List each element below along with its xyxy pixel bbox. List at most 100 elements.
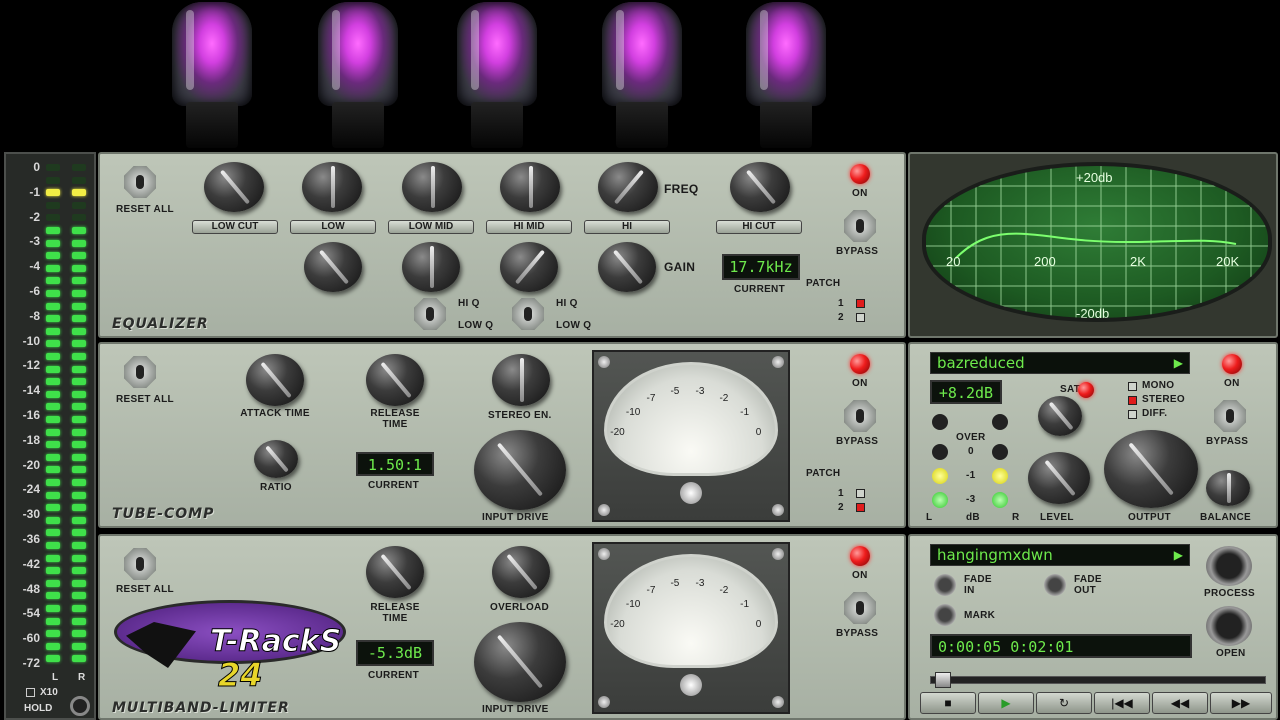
fade-out-label: FADE OUT xyxy=(1074,574,1102,596)
ml-on-led[interactable] xyxy=(850,546,870,566)
clipper-bypass-toggle[interactable] xyxy=(1214,400,1246,432)
eq-patch1-box[interactable] xyxy=(856,299,865,308)
channel-r-label: R xyxy=(78,672,86,683)
meter-scale-tick: -30 xyxy=(22,507,40,522)
meter-led xyxy=(46,453,60,461)
hold-button[interactable] xyxy=(70,696,90,716)
stop-button[interactable]: ■ xyxy=(920,692,976,714)
knob-low-mid-freq[interactable] xyxy=(402,162,462,212)
fade-in-button[interactable] xyxy=(934,574,956,596)
clipper-on-label: ON xyxy=(1224,378,1240,389)
fade-out-button[interactable] xyxy=(1044,574,1066,596)
tc-vu-meter: -20 -10 -7 -5 -3 -2 -1 0 xyxy=(592,350,790,522)
vu-scale-label: -2 xyxy=(719,393,729,405)
band-hi-mid[interactable]: HI MID xyxy=(486,220,572,234)
eq-patch2-box[interactable] xyxy=(856,313,865,322)
meter-led xyxy=(72,340,86,348)
band-low[interactable]: LOW xyxy=(290,220,376,234)
position-slider-thumb[interactable] xyxy=(935,672,951,688)
knob-release-time[interactable] xyxy=(366,354,424,406)
knob-output[interactable] xyxy=(1104,430,1198,508)
tc-patch2-box[interactable] xyxy=(856,503,865,512)
mark-button[interactable] xyxy=(934,604,956,626)
knob-level[interactable] xyxy=(1028,452,1090,504)
eq-on-led[interactable] xyxy=(850,164,870,184)
equalizer-title: EQUALIZER xyxy=(112,316,209,332)
low-mid-lowq-label: LOW Q xyxy=(458,320,494,331)
knob-low-gain[interactable] xyxy=(304,242,362,292)
meter-led xyxy=(72,189,86,197)
mark-label: MARK xyxy=(964,610,996,621)
freq-label: FREQ xyxy=(664,182,699,196)
loop-button[interactable]: ↻ xyxy=(1036,692,1092,714)
band-low-cut[interactable]: LOW CUT xyxy=(192,220,278,234)
tc-bypass-toggle[interactable] xyxy=(844,400,876,432)
band-low-mid[interactable]: LOW MID xyxy=(388,220,474,234)
knob-hi-freq[interactable] xyxy=(598,162,658,212)
clipper-preset-display[interactable]: bazreduced xyxy=(930,352,1190,374)
meter-led xyxy=(72,353,86,360)
process-button[interactable] xyxy=(1206,546,1252,586)
meter-led xyxy=(72,302,86,310)
knob-attack-time[interactable] xyxy=(246,354,304,406)
knob-hi-cut-freq[interactable] xyxy=(730,162,790,212)
t-racks-logo: T-RackS 24 xyxy=(114,596,346,696)
meter-led xyxy=(72,327,86,335)
eq-bypass-toggle[interactable] xyxy=(844,210,876,242)
stereo-en-label: STEREO EN. xyxy=(488,410,552,421)
band-hi[interactable]: HI xyxy=(584,220,670,234)
tc-vu-adjust[interactable] xyxy=(680,482,702,504)
knob-balance[interactable] xyxy=(1206,470,1250,506)
ml-vu-adjust[interactable] xyxy=(680,674,702,696)
stereo-box[interactable] xyxy=(1128,396,1137,405)
ml-reset-toggle[interactable] xyxy=(124,548,156,580)
hi-mid-hiq-label: HI Q xyxy=(556,298,578,309)
meter-led xyxy=(46,655,60,663)
low-mid-q-toggle[interactable] xyxy=(414,298,446,330)
knob-sat[interactable] xyxy=(1038,396,1082,436)
x10-checkbox[interactable] xyxy=(26,688,35,697)
position-slider[interactable] xyxy=(930,672,1266,688)
band-hi-cut[interactable]: HI CUT xyxy=(716,220,802,234)
knob-ratio[interactable] xyxy=(254,440,298,478)
knob-low-freq[interactable] xyxy=(302,162,362,212)
meter-led xyxy=(46,642,60,650)
meter-scale-tick: -3 xyxy=(29,234,40,249)
tc-patch1-box[interactable] xyxy=(856,489,865,498)
eq-patch2-label: 2 xyxy=(838,312,844,323)
meter-led xyxy=(72,227,86,234)
ml-input-drive-label: INPUT DRIVE xyxy=(482,704,549,715)
fast-forward-button[interactable]: ▶▶ xyxy=(1210,692,1272,714)
play-button[interactable]: ▶ xyxy=(978,692,1034,714)
meter-led xyxy=(46,617,60,625)
tc-on-led[interactable] xyxy=(850,354,870,374)
tube-5 xyxy=(746,2,826,150)
diff-box[interactable] xyxy=(1128,410,1137,419)
sat-led[interactable] xyxy=(1078,382,1094,398)
knob-ml-input-drive[interactable] xyxy=(474,622,566,702)
ml-bypass-toggle[interactable] xyxy=(844,592,876,624)
file-display[interactable]: hangingmxdwn xyxy=(930,544,1190,566)
knob-tc-input-drive[interactable] xyxy=(474,430,566,510)
knob-hi-mid-gain[interactable] xyxy=(500,242,558,292)
vu-scale-label: -7 xyxy=(646,585,656,597)
mono-box[interactable] xyxy=(1128,382,1137,391)
open-button[interactable] xyxy=(1206,606,1252,646)
knob-hi-mid-freq[interactable] xyxy=(500,162,560,212)
knob-ml-release[interactable] xyxy=(366,546,424,598)
knob-low-mid-gain[interactable] xyxy=(402,242,460,292)
meter-led xyxy=(72,403,86,411)
knob-low-cut-freq[interactable] xyxy=(204,162,264,212)
meter-led xyxy=(46,579,60,587)
tc-reset-toggle[interactable] xyxy=(124,356,156,388)
clipper-on-led[interactable] xyxy=(1222,354,1242,374)
knob-stereo-enhance[interactable] xyxy=(492,354,550,406)
rewind-button[interactable]: ◀◀ xyxy=(1152,692,1208,714)
knob-hi-gain[interactable] xyxy=(598,242,656,292)
hi-mid-q-toggle[interactable] xyxy=(512,298,544,330)
meter-scale-tick: -4 xyxy=(29,259,40,274)
eq-reset-toggle[interactable] xyxy=(124,166,156,198)
knob-overload[interactable] xyxy=(492,546,550,598)
to-start-button[interactable]: |◀◀ xyxy=(1094,692,1150,714)
x10-label: X10 xyxy=(40,687,58,698)
